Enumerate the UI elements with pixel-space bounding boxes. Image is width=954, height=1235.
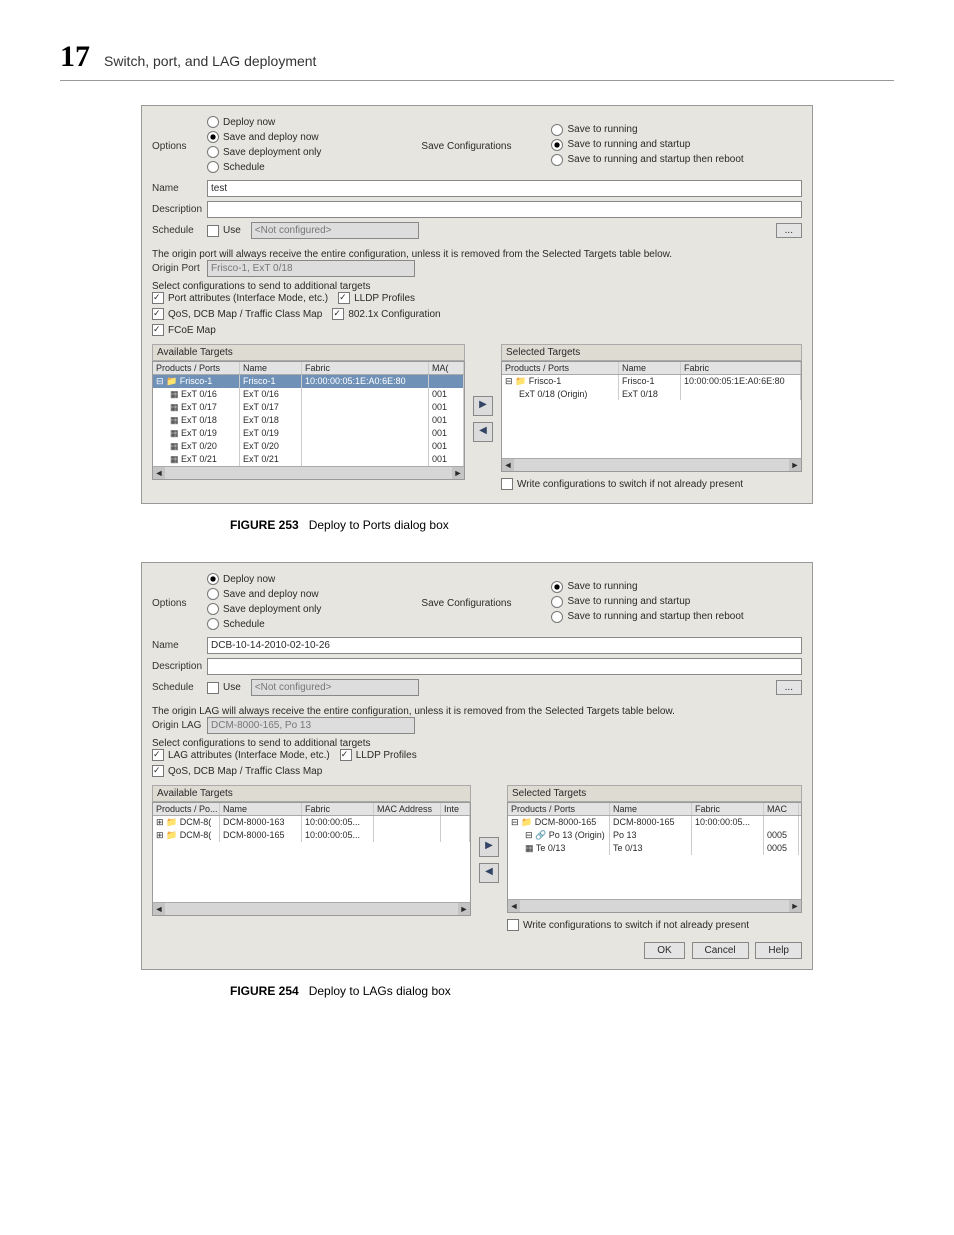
radio-deploy-now[interactable]: Deploy now: [207, 573, 275, 585]
origin-lag-value: DCM-8000-165, Po 13: [207, 717, 415, 734]
selected-targets-label: Selected Targets: [507, 785, 802, 802]
cancel-button[interactable]: Cancel: [692, 942, 749, 959]
table-row[interactable]: ▦ ExT 0/16ExT 0/16001: [153, 388, 464, 401]
schedule-value: <Not configured>: [251, 222, 419, 239]
name-label: Name: [152, 183, 207, 194]
table-row[interactable]: ▦ ExT 0/20ExT 0/20001: [153, 440, 464, 453]
description-input[interactable]: [207, 658, 802, 675]
chapter-title: Switch, port, and LAG deployment: [104, 53, 316, 69]
move-left-button[interactable]: ◀: [473, 422, 493, 442]
h-scrollbar[interactable]: ◄►: [508, 899, 801, 912]
radio-schedule[interactable]: Schedule: [207, 161, 265, 173]
table-row[interactable]: ▦ Te 0/13Te 0/130005: [508, 842, 801, 855]
radio-save-to-running-startup-reboot[interactable]: Save to running and startup then reboot: [551, 154, 743, 166]
origin-port-value: Frisco-1, ExT 0/18: [207, 260, 415, 277]
radio-save-deployment-only[interactable]: Save deployment only: [207, 603, 321, 615]
options-label: Options: [152, 141, 207, 152]
select-conf-label: Select configurations to send to additio…: [152, 281, 802, 292]
move-right-button[interactable]: ▶: [479, 837, 499, 857]
name-input[interactable]: test: [207, 180, 802, 197]
table-row[interactable]: ▦ ExT 0/21ExT 0/21001: [153, 453, 464, 466]
schedule-value: <Not configured>: [251, 679, 419, 696]
description-label: Description: [152, 661, 207, 672]
h-scrollbar[interactable]: ◄►: [153, 466, 464, 479]
table-row[interactable]: ▦ ExT 0/18ExT 0/18001: [153, 414, 464, 427]
page-header: 17 Switch, port, and LAG deployment: [60, 40, 894, 81]
check-fcoe-map[interactable]: FCoE Map: [152, 324, 216, 336]
figure-253-caption: FIGURE 253Deploy to Ports dialog box: [230, 518, 894, 532]
table-row[interactable]: ExT 0/18 (Origin) ExT 0/18: [502, 388, 801, 400]
check-qos-dcb-map[interactable]: QoS, DCB Map / Traffic Class Map: [152, 308, 322, 320]
check-8021x[interactable]: 802.1x Configuration: [332, 308, 440, 320]
radio-save-to-running-startup-reboot[interactable]: Save to running and startup then reboot: [551, 611, 743, 623]
write-configurations-check[interactable]: Write configurations to switch if not al…: [507, 919, 749, 931]
radio-schedule[interactable]: Schedule: [207, 618, 265, 630]
check-qos-dcb-map[interactable]: QoS, DCB Map / Traffic Class Map: [152, 765, 322, 777]
origin-port-label: Origin Port: [152, 263, 207, 274]
table-row[interactable]: ▦ ExT 0/19ExT 0/19001: [153, 427, 464, 440]
select-conf-label: Select configurations to send to additio…: [152, 738, 802, 749]
table-row[interactable]: ⊟ 📁 DCM-8000-165 DCM-8000-165 10:00:00:0…: [508, 816, 801, 829]
selected-targets-label: Selected Targets: [501, 344, 802, 361]
h-scrollbar[interactable]: ◄►: [502, 458, 801, 471]
check-lldp-profiles[interactable]: LLDP Profiles: [338, 292, 415, 304]
write-configurations-check[interactable]: Write configurations to switch if not al…: [501, 478, 743, 490]
chapter-number: 17: [60, 40, 90, 74]
table-row[interactable]: ⊟ 📁 Frisco-1 Frisco-1 10:00:00:05:1E:A0:…: [153, 375, 464, 388]
selected-targets-table[interactable]: Products / Ports Name Fabric ⊟ 📁 Frisco-…: [501, 361, 802, 472]
schedule-use-check[interactable]: Use: [207, 682, 241, 694]
radio-save-and-deploy[interactable]: Save and deploy now: [207, 588, 319, 600]
save-conf-label: Save Configurations: [421, 598, 511, 609]
radio-save-to-running-and-startup[interactable]: Save to running and startup: [551, 139, 690, 151]
schedule-browse-button[interactable]: ...: [776, 680, 802, 695]
radio-save-to-running[interactable]: Save to running: [551, 581, 637, 593]
description-input[interactable]: [207, 201, 802, 218]
help-button[interactable]: Help: [755, 942, 802, 959]
origin-note: The origin LAG will always receive the e…: [152, 706, 802, 717]
options-label: Options: [152, 598, 207, 609]
description-label: Description: [152, 204, 207, 215]
check-lag-attributes[interactable]: LAG attributes (Interface Mode, etc.): [152, 749, 330, 761]
deploy-to-ports-dialog: Options Deploy now Save and deploy now S…: [141, 105, 813, 504]
schedule-label: Schedule: [152, 225, 207, 236]
radio-save-and-deploy[interactable]: Save and deploy now: [207, 131, 319, 143]
schedule-label: Schedule: [152, 682, 207, 693]
name-label: Name: [152, 640, 207, 651]
table-row[interactable]: ▦ ExT 0/17ExT 0/17001: [153, 401, 464, 414]
table-row[interactable]: ⊟ 📁 Frisco-1 Frisco-1 10:00:00:05:1E:A0:…: [502, 375, 801, 388]
radio-save-to-running[interactable]: Save to running: [551, 124, 637, 136]
schedule-use-check[interactable]: Use: [207, 225, 241, 237]
available-targets-label: Available Targets: [152, 785, 471, 802]
move-right-button[interactable]: ▶: [473, 396, 493, 416]
h-scrollbar[interactable]: ◄►: [153, 902, 470, 915]
schedule-browse-button[interactable]: ...: [776, 223, 802, 238]
table-row[interactable]: ⊞ 📁 DCM-8(DCM-8000-16510:00:00:05...: [153, 829, 470, 842]
selected-targets-table[interactable]: Products / Ports Name Fabric MAC ⊟ 📁 DCM…: [507, 802, 802, 913]
available-targets-label: Available Targets: [152, 344, 465, 361]
figure-254-caption: FIGURE 254Deploy to LAGs dialog box: [230, 984, 894, 998]
available-targets-table[interactable]: Products / Po... Name Fabric MAC Address…: [152, 802, 471, 916]
name-input[interactable]: DCB-10-14-2010-02-10-26: [207, 637, 802, 654]
radio-save-deployment-only[interactable]: Save deployment only: [207, 146, 321, 158]
check-lldp-profiles[interactable]: LLDP Profiles: [340, 749, 417, 761]
origin-lag-label: Origin LAG: [152, 720, 207, 731]
table-row[interactable]: ⊟ 🔗 Po 13 (Origin)Po 130005: [508, 829, 801, 842]
available-targets-table[interactable]: Products / Ports Name Fabric MA( ⊟ 📁 Fri…: [152, 361, 465, 480]
move-left-button[interactable]: ◀: [479, 863, 499, 883]
deploy-to-lags-dialog: Options Deploy now Save and deploy now S…: [141, 562, 813, 970]
save-conf-label: Save Configurations: [421, 141, 511, 152]
table-row[interactable]: ⊞ 📁 DCM-8(DCM-8000-16310:00:00:05...: [153, 816, 470, 829]
origin-note: The origin port will always receive the …: [152, 249, 802, 260]
ok-button[interactable]: OK: [644, 942, 684, 959]
check-port-attributes[interactable]: Port attributes (Interface Mode, etc.): [152, 292, 328, 304]
radio-save-to-running-and-startup[interactable]: Save to running and startup: [551, 596, 690, 608]
radio-deploy-now[interactable]: Deploy now: [207, 116, 275, 128]
